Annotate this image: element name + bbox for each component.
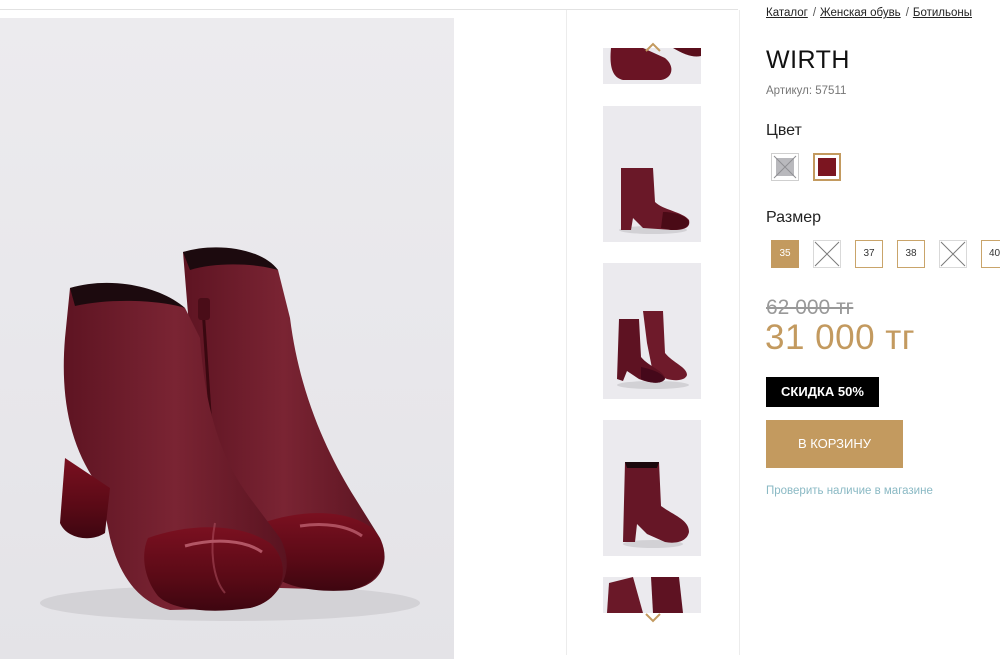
check-availability-link[interactable]: Проверить наличие в магазине bbox=[766, 485, 933, 497]
discount-badge: СКИДКА 50% bbox=[766, 377, 879, 407]
breadcrumb-catalog[interactable]: Каталог bbox=[766, 7, 808, 19]
breadcrumb-women-shoes[interactable]: Женская обувь bbox=[820, 7, 901, 19]
swatch-fill bbox=[818, 158, 836, 176]
boots-image bbox=[40, 247, 420, 621]
thumbnail-image bbox=[619, 168, 690, 234]
cross-icon bbox=[940, 241, 966, 267]
breadcrumb-separator: / bbox=[905, 7, 909, 19]
breadcrumb-separator: / bbox=[812, 7, 817, 19]
thumbnail-image bbox=[623, 462, 689, 548]
chevron-down-glyph bbox=[645, 613, 661, 623]
chevron-up-icon[interactable] bbox=[643, 38, 663, 58]
breadcrumb: Каталог / Женская обувь / Ботильоны bbox=[766, 7, 972, 19]
current-price: 31 000 тг bbox=[765, 318, 916, 357]
thumbnail-image bbox=[617, 311, 689, 389]
size-option-39[interactable] bbox=[939, 240, 967, 268]
thumbnail-3[interactable] bbox=[603, 263, 701, 399]
size-option-38[interactable]: 38 bbox=[897, 240, 925, 268]
size-option-35[interactable]: 35 bbox=[771, 240, 799, 268]
size-option-37[interactable]: 37 bbox=[855, 240, 883, 268]
breadcrumb-ankle-boots[interactable]: Ботильоны bbox=[913, 7, 972, 19]
color-swatch-grey[interactable] bbox=[771, 153, 799, 181]
size-option-36[interactable] bbox=[813, 240, 841, 268]
main-product-photo[interactable] bbox=[0, 18, 454, 659]
thumbnail-4[interactable] bbox=[603, 420, 701, 556]
thumbnail-gallery bbox=[566, 10, 740, 655]
size-label: Размер bbox=[766, 209, 821, 226]
thumbnail-2[interactable] bbox=[603, 106, 701, 242]
cross-icon bbox=[814, 241, 840, 267]
product-page: Каталог / Женская обувь / Ботильоны WIRTH Ар… bbox=[0, 0, 1000, 659]
old-price: 62 000 тг bbox=[766, 296, 854, 319]
product-title: WIRTH bbox=[766, 46, 850, 74]
chevron-down-icon[interactable] bbox=[643, 607, 663, 627]
cross-icon bbox=[773, 155, 797, 179]
size-option-40[interactable]: 40 bbox=[981, 240, 1000, 268]
color-swatch-burgundy[interactable] bbox=[813, 153, 841, 181]
color-label: Цвет bbox=[766, 122, 802, 139]
product-article: Артикул: 57511 bbox=[766, 85, 847, 97]
add-to-cart-button[interactable]: В КОРЗИНУ bbox=[766, 420, 903, 468]
chevron-up-glyph bbox=[645, 42, 661, 52]
